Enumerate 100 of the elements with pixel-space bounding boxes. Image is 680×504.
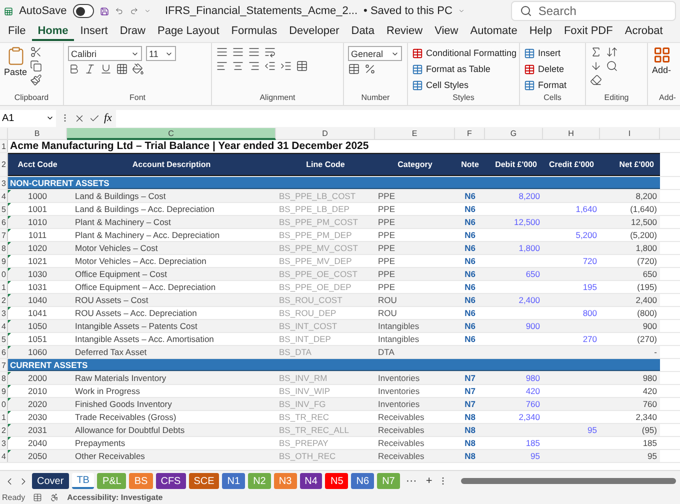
wrap-text-icon[interactable] (264, 46, 276, 58)
conditional-formatting-button[interactable]: Conditional Formatting (412, 46, 517, 60)
function-label[interactable]: fx (104, 112, 112, 124)
column-header[interactable]: C (67, 128, 276, 140)
autosave-label: AutoSave (19, 5, 67, 17)
find-icon[interactable] (606, 60, 618, 72)
menu-tab[interactable]: File (2, 23, 32, 41)
row-number[interactable]: 5 (0, 203, 8, 215)
menu-tab[interactable]: Formulas (225, 23, 284, 41)
row-number[interactable]: 0 (0, 268, 8, 280)
borders-icon[interactable] (116, 63, 128, 75)
italic-icon[interactable] (84, 63, 96, 75)
format-button[interactable]: Format (524, 78, 567, 92)
row-number[interactable]: 2 (0, 424, 8, 436)
row-number[interactable]: 3 (0, 307, 8, 319)
middle-align-icon[interactable] (232, 46, 244, 58)
row-number[interactable]: 5 (0, 333, 8, 345)
indent-icon[interactable] (280, 60, 292, 72)
row-number[interactable]: 0 (0, 398, 8, 410)
align-right-icon[interactable] (248, 60, 260, 72)
row-number[interactable]: 1 (0, 281, 8, 293)
row-number[interactable]: 7 (0, 359, 8, 371)
menu-tab[interactable]: Review (380, 23, 429, 41)
sheet-tab[interactable]: N1 (222, 473, 246, 489)
formula-input[interactable] (116, 110, 680, 126)
horizontal-scrollbar[interactable] (461, 478, 676, 484)
menu-tab[interactable]: Acrobat (618, 23, 669, 41)
search-field[interactable]: Search (511, 1, 676, 21)
row-number[interactable]: 9 (0, 255, 8, 267)
number-format-field[interactable]: General (348, 46, 402, 61)
row-number[interactable]: 2 (0, 153, 8, 176)
sheet-tab[interactable]: SCE (188, 473, 220, 489)
sheet-tab[interactable]: Cover (32, 473, 69, 489)
row-number[interactable]: 7 (0, 229, 8, 241)
bottom-align-icon[interactable] (248, 46, 260, 58)
table-cell-text: 8,200 (518, 190, 541, 203)
row-number[interactable]: 4 (0, 190, 8, 202)
name-box[interactable]: A1 (0, 110, 56, 126)
font-name-field[interactable]: Calibri (68, 46, 142, 61)
fill-icon[interactable] (590, 60, 602, 72)
fill-color-icon[interactable] (132, 63, 144, 75)
row-number[interactable]: 4 (0, 450, 8, 462)
delete-button[interactable]: Delete (524, 62, 567, 76)
format-painter-icon[interactable] (30, 74, 42, 86)
redo-icon[interactable] (130, 5, 138, 17)
menu-tab[interactable]: Data (345, 23, 380, 41)
sheet-tab[interactable]: CFS (156, 473, 186, 489)
outdent-icon[interactable] (264, 60, 276, 72)
row-number[interactable]: 4 (0, 320, 8, 332)
more-sheets-button[interactable]: ··· (402, 475, 420, 487)
row-number[interactable]: 1 (0, 140, 8, 152)
insert-button[interactable]: Insert (524, 46, 567, 60)
format-as-table-button[interactable]: Format as Table (412, 62, 517, 76)
autosum-icon[interactable] (590, 46, 602, 58)
sheet-tab[interactable]: N6 (351, 473, 374, 489)
enter-icon[interactable] (89, 112, 100, 124)
row-number[interactable]: 6 (0, 346, 8, 358)
sheet-tab[interactable]: TB (72, 473, 94, 489)
font-size-field[interactable]: 11 (146, 46, 176, 61)
accessibility-icon[interactable] (50, 493, 60, 502)
row-number[interactable]: 6 (0, 216, 8, 228)
menu-tab[interactable]: Automate (464, 23, 524, 41)
save-icon[interactable] (100, 4, 110, 18)
top-align-icon[interactable] (216, 46, 228, 58)
copy-icon[interactable] (30, 60, 42, 72)
cell-styles-button[interactable]: Cell Styles (412, 78, 517, 92)
cut-icon[interactable] (30, 46, 42, 58)
bold-icon[interactable] (68, 63, 80, 75)
sort-icon[interactable] (606, 46, 618, 58)
row-number[interactable]: 1 (0, 411, 8, 423)
menu-tab[interactable]: Help (523, 23, 558, 41)
row-number[interactable]: 8 (0, 242, 8, 254)
accessibility-status[interactable]: Accessibility: Investigate (67, 493, 163, 502)
menu-tab[interactable]: Insert (74, 23, 114, 41)
align-center-icon[interactable] (232, 60, 244, 72)
caret-icon[interactable] (46, 114, 54, 122)
menu-tab[interactable]: Developer (283, 23, 346, 41)
cancel-icon[interactable] (74, 112, 85, 124)
menu-tab[interactable]: Page Layout (151, 23, 226, 41)
sheet-tab[interactable]: N5 (325, 473, 348, 489)
row-number[interactable]: 3 (0, 437, 8, 449)
save-status[interactable]: • Saved to this PC (364, 5, 452, 17)
sheet-tab[interactable]: N4 (300, 473, 322, 489)
percent-icon[interactable] (364, 63, 376, 75)
menu-tab[interactable]: Draw (114, 23, 152, 41)
row-number[interactable]: 8 (0, 372, 8, 384)
table-icon (524, 80, 535, 90)
menu-tab[interactable]: Foxit PDF (558, 23, 619, 41)
autosave-toggle[interactable] (72, 4, 94, 18)
align-left-icon[interactable] (216, 60, 228, 72)
paste-button[interactable]: Paste (4, 46, 28, 93)
undo-icon[interactable] (115, 5, 124, 17)
add-sheet-button[interactable]: + (422, 475, 436, 487)
row-number[interactable]: 9 (0, 385, 8, 397)
underline-icon[interactable] (100, 63, 112, 75)
add-ins-button[interactable]: Add- (652, 46, 672, 93)
menu-tab[interactable]: View (428, 23, 464, 41)
row-number[interactable]: 2 (0, 294, 8, 306)
clear-icon[interactable] (590, 74, 602, 86)
row-number[interactable]: 3 (0, 177, 8, 189)
